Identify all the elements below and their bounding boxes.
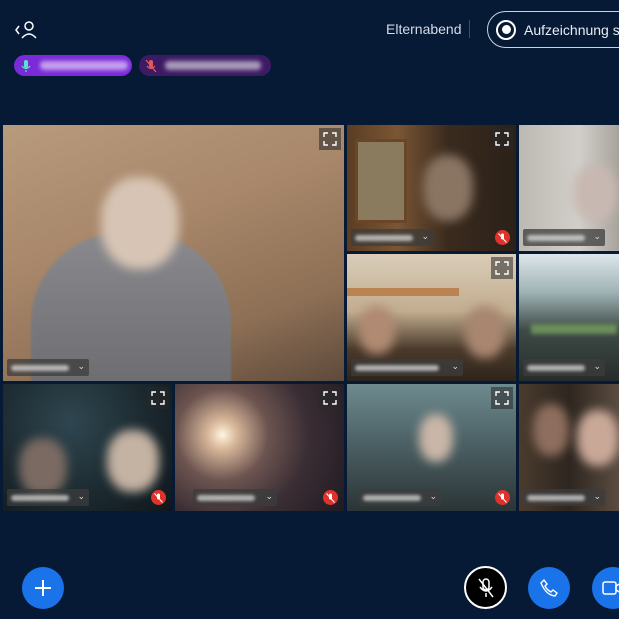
- blurred-face: [107, 430, 159, 492]
- blurred-face: [423, 155, 473, 221]
- video-tile-participant[interactable]: ⌄: [3, 384, 172, 511]
- microphone-muted-icon: [495, 230, 510, 245]
- microphone-muted-icon: [477, 577, 494, 597]
- participant-name-label[interactable]: ⌄: [351, 359, 463, 376]
- blurred-face: [465, 306, 505, 358]
- microphone-icon: [21, 59, 31, 72]
- person-back-icon: [15, 21, 37, 39]
- participant-name-label[interactable]: ⌄: [193, 489, 277, 506]
- video-tile-participant[interactable]: ⌄: [347, 125, 516, 251]
- participant-name-label[interactable]: ⌄: [523, 229, 605, 246]
- blurred-face: [19, 438, 67, 496]
- participant-name-label[interactable]: ⌄: [359, 489, 441, 506]
- participant-name-label[interactable]: ⌄: [7, 489, 89, 506]
- expand-icon[interactable]: [319, 387, 341, 409]
- background-window: [355, 139, 407, 223]
- speaker-name-redacted: [40, 61, 128, 70]
- back-to-participants-button[interactable]: [12, 18, 40, 42]
- video-tile-participant[interactable]: ⌄: [519, 254, 619, 381]
- video-tile-participant[interactable]: ⌄: [347, 254, 516, 381]
- video-tile-participant[interactable]: ⌄: [175, 384, 344, 511]
- blurred-face: [419, 414, 453, 462]
- phone-icon: [540, 579, 558, 597]
- blurred-face: [573, 165, 617, 221]
- speaker-chip-speaking[interactable]: [14, 55, 132, 76]
- video-call-window: Elternabend Aufzeichnung sta ⌄: [0, 0, 619, 619]
- record-label: Aufzeichnung sta: [524, 21, 619, 38]
- blurred-face: [577, 410, 619, 466]
- microphone-muted-icon: [151, 490, 166, 505]
- speaker-chip-muted[interactable]: [139, 55, 271, 76]
- expand-icon[interactable]: [491, 387, 513, 409]
- shelf: [347, 288, 459, 296]
- participant-name-label[interactable]: ⌄: [7, 359, 89, 376]
- plants: [531, 324, 617, 334]
- speaker-name-redacted: [165, 61, 261, 70]
- expand-icon[interactable]: [147, 387, 169, 409]
- meeting-title: Elternabend: [386, 21, 462, 37]
- microphone-muted-icon: [495, 490, 510, 505]
- hang-up-call-button[interactable]: [528, 567, 570, 609]
- expand-icon[interactable]: [491, 128, 513, 150]
- expand-icon[interactable]: [319, 128, 341, 150]
- video-tile-participant[interactable]: ⌄: [519, 384, 619, 511]
- video-tile-participant[interactable]: ⌄: [519, 125, 619, 251]
- video-camera-icon: [602, 581, 619, 595]
- header-divider: [469, 20, 470, 38]
- participant-name-label[interactable]: ⌄: [351, 229, 433, 246]
- participant-name-label[interactable]: ⌄: [523, 489, 605, 506]
- blurred-face: [359, 306, 395, 354]
- microphone-muted-icon: [323, 490, 338, 505]
- record-icon: [496, 19, 516, 40]
- video-tile-main-speaker[interactable]: ⌄: [3, 125, 344, 381]
- plus-icon: [35, 580, 51, 596]
- blurred-face: [533, 404, 569, 456]
- mute-microphone-button[interactable]: [464, 566, 507, 609]
- add-button[interactable]: [22, 567, 64, 609]
- microphone-muted-icon: [145, 59, 157, 72]
- video-tile-participant[interactable]: ⌄: [347, 384, 516, 511]
- camera-button[interactable]: [592, 567, 619, 609]
- participant-name-label[interactable]: ⌄: [523, 359, 605, 376]
- start-recording-button[interactable]: Aufzeichnung sta: [487, 11, 619, 48]
- expand-icon[interactable]: [491, 257, 513, 279]
- blurred-face: [101, 177, 179, 269]
